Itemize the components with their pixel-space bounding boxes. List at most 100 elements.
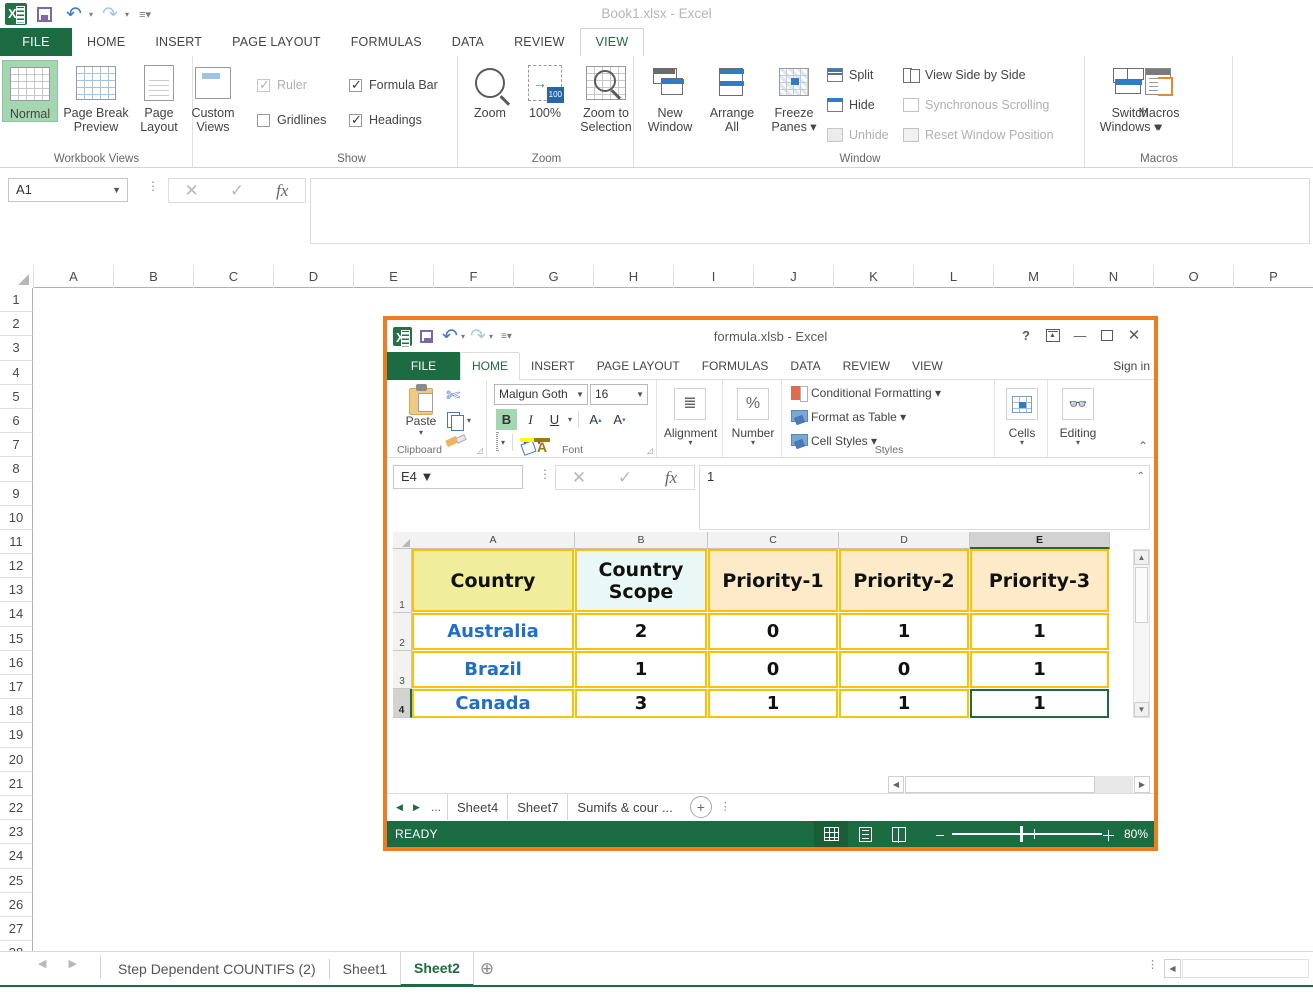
column-header-P[interactable]: P [1233, 265, 1313, 288]
clipboard-dialog-launcher-icon[interactable]: ◿ [477, 446, 483, 455]
next-sheet-icon[interactable]: ▶ [68, 957, 76, 970]
help-icon[interactable]: ? [1014, 324, 1038, 346]
formula-bar-checkbox[interactable] [349, 77, 362, 93]
cell-D1[interactable]: Priority-2 [839, 549, 969, 612]
inner-next-sheet-icon[interactable]: ▶ [408, 794, 425, 820]
inner-formula-bar-handle[interactable]: ⋮ [539, 468, 551, 480]
row-header-7[interactable]: 7 [0, 433, 33, 458]
editing-dropdown-icon[interactable]: ▾ [1049, 438, 1107, 447]
gridlines-checkbox[interactable] [257, 113, 270, 127]
expand-formula-bar-icon[interactable]: ⌃ [1137, 471, 1145, 482]
column-header-I[interactable]: I [673, 265, 753, 288]
cell-D4[interactable]: 1 [839, 689, 969, 718]
headings-checkbox-row[interactable]: Headings [349, 112, 422, 128]
tab-home[interactable]: HOME [72, 28, 140, 56]
formula-bar-checkbox-row[interactable]: Formula Bar [349, 77, 438, 93]
formula-bar-handle[interactable]: ⋮ [147, 180, 159, 192]
view-side-by-side-button[interactable]: View Side by Side [903, 68, 1026, 83]
column-header-K[interactable]: K [833, 265, 913, 288]
ribbon-display-options-icon[interactable] [1041, 324, 1065, 346]
column-header-O[interactable]: O [1153, 265, 1233, 288]
select-all-corner[interactable] [0, 265, 33, 288]
page-break-preview-status-icon[interactable] [882, 821, 916, 847]
scroll-up-icon[interactable]: ▲ [1134, 550, 1149, 565]
row-header-18[interactable]: 18 [0, 699, 33, 724]
inner-enter-icon[interactable]: ✓ [602, 466, 648, 489]
inner-prev-sheet-icon[interactable]: ◀ [391, 794, 408, 820]
cell-C2[interactable]: 0 [708, 613, 838, 650]
underline-dropdown-icon[interactable]: ▾ [568, 415, 572, 424]
split-button[interactable]: Split [827, 68, 873, 82]
vertical-scroll-thumb[interactable] [1135, 567, 1148, 623]
inner-add-sheet-button[interactable]: + [689, 796, 712, 818]
row-header-11[interactable]: 11 [0, 529, 33, 555]
format-as-table-button[interactable]: Format as Table ▾ [791, 410, 906, 424]
inner-sheet-overflow-icon[interactable]: ... [425, 800, 447, 814]
row-header-26[interactable]: 26 [0, 892, 33, 917]
row-header-16[interactable]: 16 [0, 650, 33, 675]
row-header-9[interactable]: 9 [0, 481, 33, 506]
font-name-input[interactable]: Malgun Goth ▼ [494, 384, 588, 405]
row-header-3[interactable]: 3 [0, 336, 33, 361]
cell-A4[interactable]: Canada [412, 689, 574, 718]
inner-tab-formulas[interactable]: FORMULAS [691, 352, 780, 380]
gridlines-checkbox-row[interactable]: Gridlines [257, 113, 326, 127]
inner-column-header-B[interactable]: B [575, 532, 708, 549]
normal-view-button[interactable]: Normal [2, 60, 58, 122]
inner-scroll-right-icon[interactable]: ▶ [1134, 776, 1150, 793]
alignment-button[interactable]: ≣ [674, 388, 706, 420]
row-header-23[interactable]: 23 [0, 820, 33, 845]
inner-name-box[interactable]: E4 ▼ [393, 465, 523, 489]
shrink-font-button[interactable]: A ▾ [609, 409, 630, 430]
outer-hscroll-track[interactable] [1182, 959, 1309, 978]
inner-column-header-A[interactable]: A [412, 532, 575, 549]
ruler-checkbox-row[interactable]: Ruler [257, 77, 307, 93]
inner-cancel-icon[interactable]: ✕ [556, 466, 602, 489]
font-size-dropdown-icon[interactable]: ▼ [636, 385, 644, 404]
custom-views-button[interactable]: Custom Views [184, 60, 242, 134]
column-header-M[interactable]: M [993, 265, 1073, 288]
ruler-checkbox[interactable] [257, 77, 270, 93]
cut-icon[interactable]: ✄ [446, 386, 460, 406]
hide-button[interactable]: Hide [827, 98, 875, 112]
inner-tab-view[interactable]: VIEW [901, 352, 954, 380]
column-header-N[interactable]: N [1073, 265, 1153, 288]
inner-row-header-1[interactable]: 1 [393, 549, 412, 613]
font-dialog-launcher-icon[interactable]: ◿ [647, 446, 653, 455]
column-header-F[interactable]: F [433, 265, 513, 288]
conditional-formatting-button[interactable]: Conditional Formatting ▾ [791, 386, 941, 402]
inner-cell-area[interactable]: Country Country Scope Priority-1 Priorit… [412, 549, 1132, 718]
row-header-27[interactable]: 27 [0, 916, 33, 942]
sheet-tab-sheet2[interactable]: Sheet2 [400, 952, 474, 987]
inner-insert-function-icon[interactable]: fx [648, 466, 694, 489]
row-header-24[interactable]: 24 [0, 844, 33, 869]
zoom-percent-label[interactable]: 80% [1124, 827, 1148, 841]
cell-E1[interactable]: Priority-3 [970, 549, 1109, 612]
page-break-preview-button[interactable]: Page Break Preview [60, 60, 132, 134]
insert-function-icon[interactable]: fx [260, 179, 305, 202]
headings-checkbox[interactable] [349, 112, 362, 128]
column-header-A[interactable]: A [33, 265, 113, 288]
italic-button[interactable]: I [520, 409, 541, 430]
zoom-in-icon[interactable]: ＋ [1101, 825, 1116, 846]
outer-scroll-left-icon[interactable]: ◀ [1164, 959, 1181, 978]
editing-button[interactable]: 👓 [1062, 388, 1094, 420]
macros-dropdown-icon[interactable]: ▾ [1156, 120, 1162, 134]
enter-icon[interactable]: ✓ [214, 179, 259, 202]
sheet-tab-sheet1[interactable]: Sheet1 [330, 952, 400, 986]
column-header-J[interactable]: J [753, 265, 833, 288]
inner-column-header-C[interactable]: C [708, 532, 839, 549]
inner-formula-input[interactable]: 1 ⌃ [699, 465, 1150, 530]
maximize-icon[interactable] [1095, 324, 1119, 346]
row-header-6[interactable]: 6 [0, 408, 33, 434]
font-size-input[interactable]: 16 ▼ [590, 384, 648, 405]
cell-B1[interactable]: Country Scope [575, 549, 707, 612]
inner-tab-page-layout[interactable]: PAGE LAYOUT [586, 352, 691, 380]
row-header-21[interactable]: 21 [0, 771, 33, 796]
row-header-17[interactable]: 17 [0, 675, 33, 700]
inner-tab-home[interactable]: HOME [460, 352, 520, 380]
inner-tab-file[interactable]: FILE [387, 352, 460, 380]
inner-row-header-2[interactable]: 2 [393, 613, 412, 651]
zoom-out-icon[interactable]: – [936, 826, 944, 842]
name-box[interactable]: A1 ▼ [8, 178, 128, 202]
